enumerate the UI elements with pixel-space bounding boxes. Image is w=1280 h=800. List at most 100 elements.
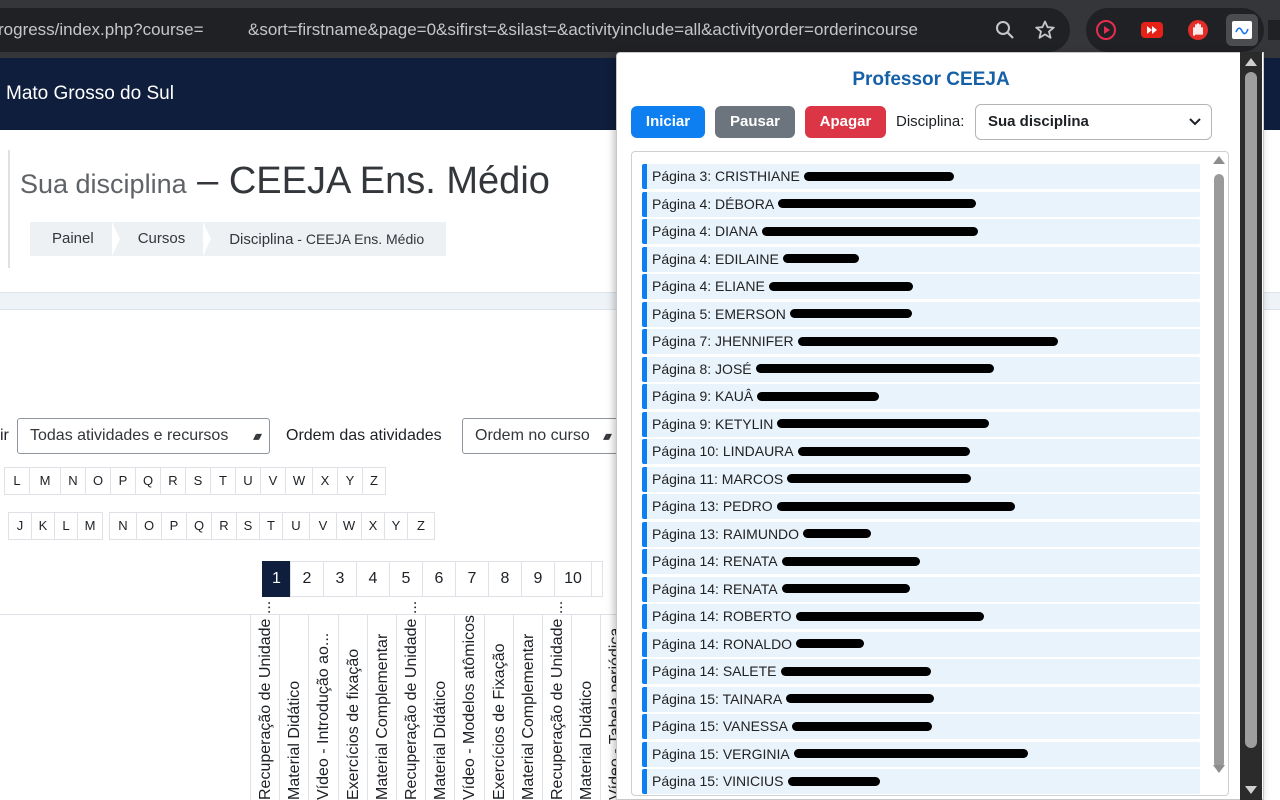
active-extension-icon[interactable]: [1226, 14, 1258, 46]
activity-column-header[interactable]: Recuperação de Unidade ...: [250, 601, 279, 800]
initial-letter[interactable]: R: [211, 512, 237, 540]
list-item[interactable]: Página 14: RONALDO: [642, 631, 1200, 657]
youtube-extension-icon[interactable]: [1136, 14, 1168, 46]
scrollbar-thumb[interactable]: [1214, 174, 1224, 768]
initial-letter[interactable]: Y: [337, 467, 363, 495]
initial-letter[interactable]: K: [31, 512, 55, 540]
page-link[interactable]: 9: [521, 561, 555, 597]
list-scrollbar[interactable]: [1212, 156, 1226, 773]
initial-letter[interactable]: J: [8, 512, 32, 540]
list-item[interactable]: Página 7: JHENNIFER: [642, 329, 1200, 354]
list-item[interactable]: Página 4: DIANA: [642, 219, 1200, 244]
activity-column-header[interactable]: Exercícios de Fixação: [483, 614, 513, 800]
popup-scrollbar[interactable]: [1240, 52, 1262, 800]
hand-stop-icon[interactable]: [1182, 14, 1214, 46]
initial-letter[interactable]: Q: [135, 467, 161, 495]
initial-letter[interactable]: W: [285, 467, 313, 495]
list-item[interactable]: Página 10: LINDAURA: [642, 439, 1200, 464]
screen-recorder-icon[interactable]: [1090, 14, 1122, 46]
initial-letter[interactable]: M: [29, 467, 61, 495]
list-item[interactable]: Página 15: TAINARA: [642, 686, 1200, 712]
page-link[interactable]: 4: [356, 561, 390, 597]
activity-column-header[interactable]: Vídeo - Introdução ao...: [308, 614, 337, 800]
activity-column-header[interactable]: Exercícios de fixação: [337, 614, 367, 800]
initial-letter[interactable]: P: [110, 467, 136, 495]
site-name[interactable]: Mato Grosso do Sul: [6, 58, 174, 130]
page-link[interactable]: 6: [422, 561, 456, 597]
breadcrumb-item-cursos[interactable]: Cursos: [116, 222, 211, 256]
list-item[interactable]: Página 15: VANESSA: [642, 714, 1200, 739]
list-item[interactable]: Página 13: RAIMUNDO: [642, 521, 1200, 547]
activity-column-header[interactable]: Material Didático: [279, 614, 308, 800]
initial-letter[interactable]: W: [336, 512, 362, 540]
activity-column-header[interactable]: Material Complementar: [366, 614, 396, 800]
initial-letter[interactable]: T: [210, 467, 236, 495]
list-item[interactable]: Página 14: RENATA: [642, 549, 1200, 574]
initial-letter[interactable]: Z: [362, 467, 386, 495]
initial-letter[interactable]: R: [160, 467, 186, 495]
student-pages-list[interactable]: Página 15: VINICIUS Página 15: VERGINIA Pá…: [631, 151, 1229, 796]
discipline-select[interactable]: Sua disciplina: [975, 104, 1212, 140]
activity-column-header[interactable]: Recuperação de Unidade ...: [541, 601, 571, 800]
list-item[interactable]: Página 14: ROBERTO: [642, 604, 1200, 629]
page-link[interactable]: 1: [262, 561, 291, 597]
initial-letter[interactable]: N: [109, 512, 137, 540]
list-item[interactable]: Página 15: VERGINIA: [642, 741, 1200, 767]
search-icon[interactable]: [987, 8, 1023, 52]
activity-column-header[interactable]: Recuperação de Unidade ...: [395, 601, 425, 800]
activity-column-header[interactable]: Vídeo - Modelos atômicos: [454, 614, 483, 800]
list-item[interactable]: Página 8: JOSÉ: [642, 356, 1200, 382]
initial-letter[interactable]: P: [161, 512, 187, 540]
page-link[interactable]: 3: [323, 561, 357, 597]
page-link[interactable]: 8: [488, 561, 522, 597]
initial-letter[interactable]: X: [361, 512, 385, 540]
page-link[interactable]: 10: [554, 561, 592, 597]
breadcrumb-current[interactable]: Disciplina - CEEJA Ens. Médio: [207, 222, 446, 256]
initial-letter[interactable]: N: [60, 467, 86, 495]
scrollbar-thumb[interactable]: [1245, 72, 1257, 748]
list-item[interactable]: Página 14: RENATA: [642, 576, 1200, 602]
initial-letter[interactable]: U: [235, 467, 261, 495]
page-link[interactable]: 5: [389, 561, 423, 597]
list-item[interactable]: Página 4: EDILAINE: [642, 246, 1200, 272]
scroll-down-icon[interactable]: [1213, 765, 1225, 773]
page-link[interactable]: 2: [290, 561, 324, 597]
list-item[interactable]: Página 9: KETYLIN: [642, 411, 1200, 437]
initial-letter[interactable]: O: [136, 512, 162, 540]
activity-column-header[interactable]: Material Complementar: [512, 614, 542, 800]
initial-letter[interactable]: Q: [186, 512, 212, 540]
initial-letter[interactable]: U: [282, 512, 310, 540]
bookmark-star-icon[interactable]: [1027, 8, 1063, 52]
initial-letter[interactable]: Y: [384, 512, 408, 540]
initial-letter[interactable]: S: [185, 467, 211, 495]
scroll-up-icon[interactable]: [1213, 156, 1225, 164]
initial-letter[interactable]: M: [77, 512, 103, 540]
list-item[interactable]: Página 5: EMERSON: [642, 301, 1200, 327]
breadcrumb-item-painel[interactable]: Painel: [30, 222, 120, 256]
scroll-up-icon[interactable]: [1245, 58, 1257, 66]
address-bar[interactable]: rogress/index.php?course= &sort=firstnam…: [0, 8, 1070, 52]
initial-letter[interactable]: Z: [407, 512, 435, 540]
scroll-down-icon[interactable]: [1245, 786, 1257, 794]
activity-include-select[interactable]: Todas atividades e recursos ▴▾: [17, 418, 270, 454]
start-button[interactable]: Iniciar: [631, 106, 705, 138]
initial-letter[interactable]: S: [236, 512, 260, 540]
page-link-partial[interactable]: [591, 561, 603, 597]
activity-column-header[interactable]: Material Didático: [425, 614, 454, 800]
list-item[interactable]: Página 3: CRISTHIANE: [642, 164, 1200, 189]
clear-button[interactable]: Apagar: [805, 106, 886, 138]
list-item[interactable]: Página 11: MARCOS: [642, 466, 1200, 492]
initial-letter[interactable]: L: [54, 512, 78, 540]
list-item[interactable]: Página 4: ELIANE: [642, 274, 1200, 299]
pause-button[interactable]: Pausar: [715, 106, 795, 138]
list-item[interactable]: Página 13: PEDRO: [642, 494, 1200, 519]
list-item[interactable]: Página 4: DÉBORA: [642, 191, 1200, 217]
list-item[interactable]: Página 15: VINICIUS: [642, 769, 1200, 794]
initial-letter[interactable]: O: [85, 467, 111, 495]
page-link[interactable]: 7: [455, 561, 489, 597]
activity-order-select[interactable]: Ordem no curso ▴▾: [462, 418, 620, 454]
list-item[interactable]: Página 9: KAUÂ: [642, 384, 1200, 409]
initial-letter[interactable]: V: [309, 512, 337, 540]
activity-column-header[interactable]: Material Didático: [571, 614, 600, 800]
initial-letter[interactable]: L: [4, 467, 30, 495]
